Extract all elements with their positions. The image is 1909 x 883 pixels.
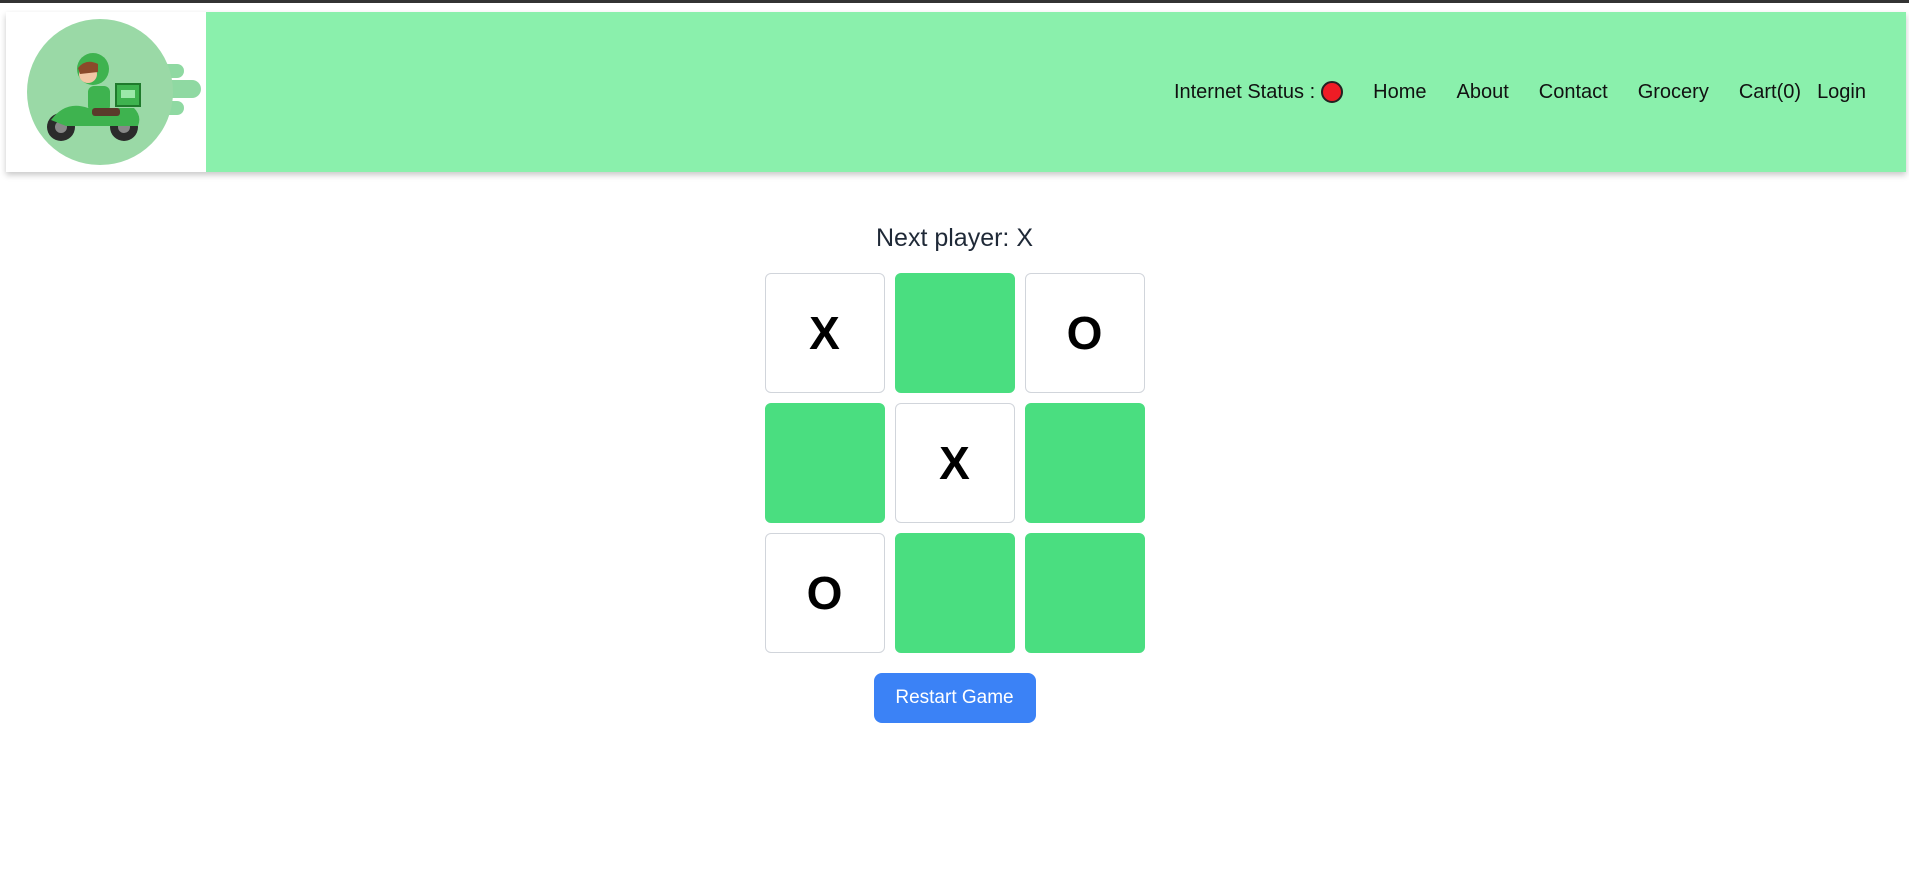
game-status: Next player: X (875, 224, 1033, 252)
internet-status-label: Internet Status : (1173, 80, 1316, 103)
restart-game-button[interactable]: Restart Game (873, 673, 1036, 723)
board-cell[interactable]: O (764, 533, 885, 653)
board-cell[interactable] (894, 273, 1015, 393)
board-cell[interactable]: X (764, 273, 885, 393)
nav-about-link[interactable]: About (1457, 81, 1509, 104)
nav-cart-link[interactable]: Cart(0) (1739, 81, 1801, 104)
logo[interactable] (6, 12, 206, 172)
board-cell[interactable]: O (1024, 273, 1145, 393)
board-cell[interactable] (1024, 403, 1145, 523)
nav-login-button[interactable]: Login (1817, 81, 1866, 104)
tic-tac-toe-board: X O X O (764, 273, 1145, 653)
board-cell[interactable]: X (894, 403, 1015, 523)
internet-status-dot-icon (1321, 81, 1344, 103)
window-top-border (0, 0, 1909, 3)
game-area: Next player: X X O X O Restart Game (0, 172, 1909, 723)
nav-grocery-link[interactable]: Grocery (1638, 81, 1709, 104)
internet-status: Internet Status : (1173, 80, 1344, 104)
delivery-scooter-logo-icon (27, 19, 201, 165)
site-header: Internet Status : Home About Contact Gro… (6, 12, 1906, 172)
nav-home-link[interactable]: Home (1373, 81, 1426, 104)
main-nav: Internet Status : Home About Contact Gro… (1174, 12, 1866, 172)
board-cell[interactable] (764, 403, 885, 523)
board-cell[interactable] (894, 533, 1015, 653)
board-cell[interactable] (1024, 533, 1145, 653)
nav-contact-link[interactable]: Contact (1539, 81, 1608, 104)
